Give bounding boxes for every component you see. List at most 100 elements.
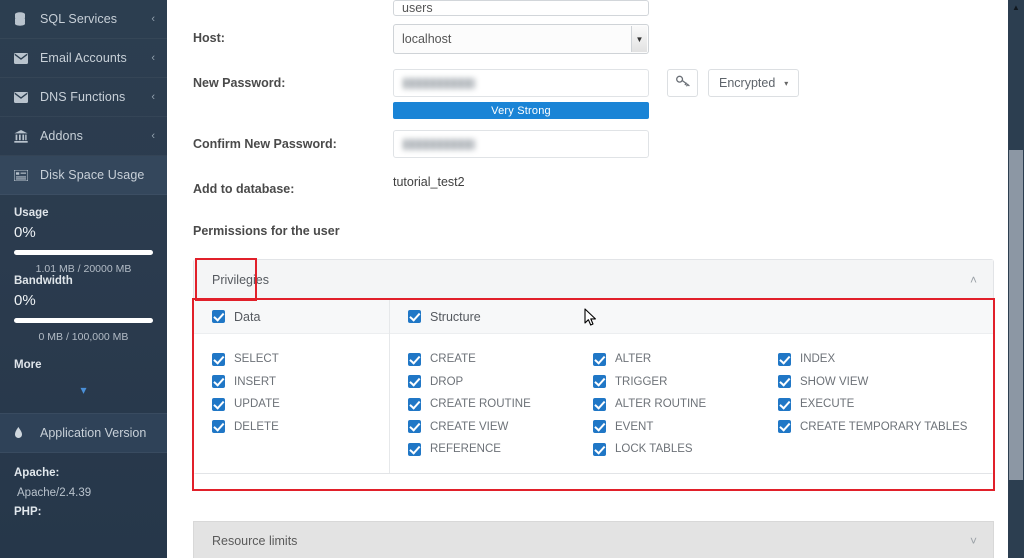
privilege-checkbox-trigger[interactable] [593,375,606,388]
privilege-checkbox-delete[interactable] [212,420,225,433]
privilege-row[interactable]: CREATE ROUTINE [408,393,593,416]
host-select[interactable]: localhost ▼ [393,24,649,54]
confirm-password-input[interactable] [393,130,649,158]
confirm-password-label: Confirm New Password: [193,130,393,151]
chevron-left-icon: ‹ [151,91,155,103]
resource-limits-panel: Resource limits ˅ [193,521,994,558]
privilege-checkbox-index[interactable] [778,353,791,366]
privilege-checkbox-execute[interactable] [778,398,791,411]
privilege-row[interactable]: CREATE VIEW [408,416,593,439]
sidebar-item-email-accounts[interactable]: Email Accounts ‹ [0,39,167,78]
privilege-row[interactable]: DELETE [212,416,389,439]
bandwidth-title: Bandwidth [14,275,153,287]
privilege-row[interactable]: DROP [408,371,593,394]
resource-limits-header[interactable]: Resource limits ˅ [193,521,994,558]
sidebar-item-label: Addons [40,129,151,143]
encrypted-dropdown-button[interactable]: Encrypted ▾ [708,69,799,97]
privilege-row[interactable]: INSERT [212,371,389,394]
privilege-label: CREATE VIEW [430,421,508,433]
structure-group-body: CREATE DROP CREATE ROUTINE [390,334,993,473]
add-to-database-value: tutorial_test2 [393,175,994,189]
privilege-label: INDEX [800,353,835,365]
scrollbar-thumb[interactable] [1009,150,1023,480]
structure-group-checkbox[interactable] [408,310,421,323]
privilege-checkbox-insert[interactable] [212,375,225,388]
host-select-value: localhost [402,32,451,46]
structure-column-2: ALTER TRIGGER ALTER ROUTINE [593,348,778,461]
privilege-row[interactable]: CREATE [408,348,593,371]
add-to-database-label: Add to database: [193,175,393,196]
structure-privileges-column: Structure CREATE [390,300,993,473]
new-password-input[interactable] [393,69,649,97]
privilege-row[interactable]: EVENT [593,416,778,439]
privilege-row[interactable]: CREATE TEMPORARY TABLES [778,416,967,439]
structure-group-header[interactable]: Structure [390,300,993,334]
privilege-row[interactable]: TRIGGER [593,371,778,394]
privilege-checkbox-create-routine[interactable] [408,398,421,411]
chevron-down-icon[interactable]: ▼ [631,26,647,52]
sidebar-item-disk-space-usage[interactable]: Disk Space Usage [0,156,167,195]
generate-password-button[interactable] [667,69,698,97]
privilege-checkbox-show-view[interactable] [778,375,791,388]
sidebar-item-label: SQL Services [40,12,151,26]
flame-icon [14,427,31,440]
privilege-label: EVENT [615,421,653,433]
privilege-row[interactable]: LOCK TABLES [593,438,778,461]
sidebar-item-label: DNS Functions [40,90,151,104]
privilege-label: REFERENCE [430,443,501,455]
privilege-checkbox-event[interactable] [593,420,606,433]
data-group-checkbox[interactable] [212,310,225,323]
privilege-label: EXECUTE [800,398,854,410]
sidebar-item-dns-functions[interactable]: DNS Functions ‹ [0,78,167,117]
sidebar-item-addons[interactable]: Addons ‹ [0,117,167,156]
privileges-panel: Privilegies ˄ Data [193,259,994,474]
privilege-checkbox-alter[interactable] [593,353,606,366]
privilege-row[interactable]: INDEX [778,348,967,371]
chevron-up-icon[interactable]: ˄ [970,273,977,287]
scroll-up-arrow-icon[interactable]: ▲ [1008,0,1024,15]
data-group-header[interactable]: Data [194,300,389,334]
sidebar: SQL Services ‹ Email Accounts ‹ DNS Func… [0,0,167,558]
privilege-label: SHOW VIEW [800,376,868,388]
envelope-icon [14,92,31,103]
privilege-row[interactable]: ALTER [593,348,778,371]
main-content: users Host: localhost ▼ New Password: [167,0,1024,558]
privilege-checkbox-select[interactable] [212,353,225,366]
application-version-label: Application Version [40,426,146,440]
chevron-down-icon[interactable]: ˅ [970,534,977,548]
permissions-heading: Permissions for the user [193,224,994,238]
privilege-row[interactable]: REFERENCE [408,438,593,461]
chevron-left-icon: ‹ [151,52,155,64]
vertical-scrollbar[interactable]: ▲ [1008,0,1024,558]
version-list: Apache: Apache/2.4.39 PHP: [0,453,167,518]
structure-column-3: INDEX SHOW VIEW EXECUTE [778,348,967,461]
username-input[interactable]: users [393,0,649,16]
privilege-row[interactable]: SHOW VIEW [778,371,967,394]
privilege-label: LOCK TABLES [615,443,693,455]
privilege-checkbox-create[interactable] [408,353,421,366]
more-chevron-down-icon[interactable]: ▾ [14,383,153,397]
sidebar-item-application-version[interactable]: Application Version [0,413,167,453]
privilege-row[interactable]: SELECT [212,348,389,371]
privilege-checkbox-lock-tables[interactable] [593,443,606,456]
data-privileges-column: Data SELECT INSERT [194,300,390,473]
key-icon [676,74,690,92]
privilege-checkbox-update[interactable] [212,398,225,411]
privilege-checkbox-create-temporary-tables[interactable] [778,420,791,433]
privilege-checkbox-alter-routine[interactable] [593,398,606,411]
privilege-row[interactable]: ALTER ROUTINE [593,393,778,416]
chevron-left-icon: ‹ [151,130,155,142]
host-label: Host: [193,24,393,45]
privilege-label: INSERT [234,376,276,388]
password-masked-value [403,78,475,89]
encrypted-label: Encrypted [719,76,775,90]
privilege-row[interactable]: UPDATE [212,393,389,416]
privilege-label: TRIGGER [615,376,667,388]
privilege-row[interactable]: EXECUTE [778,393,967,416]
privilege-checkbox-reference[interactable] [408,443,421,456]
privilege-checkbox-create-view[interactable] [408,420,421,433]
sidebar-item-sql-services[interactable]: SQL Services ‹ [0,0,167,39]
privilege-checkbox-drop[interactable] [408,375,421,388]
privileges-panel-header[interactable]: Privilegies ˄ [194,260,993,300]
page-body: users Host: localhost ▼ New Password: [167,0,1008,558]
